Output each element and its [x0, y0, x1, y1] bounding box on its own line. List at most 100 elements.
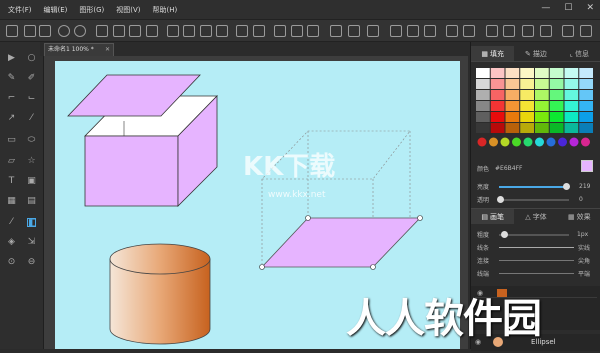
union-icon[interactable]	[446, 25, 458, 37]
close-window-button[interactable]: ✕	[586, 3, 594, 13]
stroke-cap-value[interactable]: 平端	[578, 269, 590, 278]
flip-icon[interactable]	[253, 25, 265, 37]
stroke-type-preview[interactable]	[499, 247, 574, 248]
zoom-in-icon[interactable]	[390, 25, 402, 37]
menu-file[interactable]: 文件(F)	[8, 5, 32, 15]
brightness-slider[interactable]	[499, 182, 570, 190]
tab-effect[interactable]: ▦ 效果	[558, 209, 600, 224]
tab-fill[interactable]: ▦ 填充	[471, 46, 515, 62]
star-tool-icon[interactable]: ☆	[27, 157, 36, 166]
image-tool-icon[interactable]: ▣	[27, 177, 36, 186]
gradient-swatch	[500, 137, 510, 147]
callout-tool-icon[interactable]: ▱	[7, 157, 16, 166]
menu-view[interactable]: 视图(V)	[116, 5, 140, 15]
menu-shape[interactable]: 图形(G)	[79, 5, 104, 15]
align-icon[interactable]	[236, 25, 248, 37]
document-tab-title: 未命名1 100% *	[48, 46, 94, 53]
menu-help[interactable]: 帮助(H)	[153, 5, 178, 15]
chart-tool-icon[interactable]: ▤	[27, 197, 36, 206]
line-tool-icon[interactable]: ⁄	[27, 114, 36, 123]
color-swatch	[476, 101, 490, 111]
maximize-button[interactable]: ☐	[564, 3, 572, 13]
color-swatch	[520, 123, 534, 133]
text-tool-icon[interactable]: T	[7, 177, 16, 186]
pen-tool-icon[interactable]: ✎	[7, 74, 16, 83]
3d-box-tool-icon[interactable]: ◧	[27, 218, 37, 228]
align-right-icon[interactable]	[307, 25, 319, 37]
open-file-icon[interactable]	[24, 25, 36, 37]
gradient-swatch	[489, 137, 498, 147]
eyedropper-tool-icon[interactable]: ⁄	[7, 218, 16, 227]
cut-icon[interactable]	[96, 25, 108, 37]
zoom-out-icon[interactable]	[407, 25, 419, 37]
close-tab-icon[interactable]: ✕	[105, 44, 110, 56]
rotate-icon[interactable]	[367, 25, 379, 37]
zoom-fit-icon[interactable]	[424, 25, 436, 37]
transform-tool-icon[interactable]: ⇲	[27, 238, 36, 247]
subtract-icon[interactable]	[463, 25, 475, 37]
stroke-join-row: 连接 尖角	[477, 256, 591, 265]
cylinder-shape[interactable]	[109, 243, 211, 345]
color-swatch	[505, 79, 520, 89]
copy-icon[interactable]	[113, 25, 125, 37]
new-file-icon[interactable]	[6, 25, 18, 37]
group-icon[interactable]	[200, 25, 212, 37]
opacity-row: 透明 0	[477, 195, 597, 204]
pencil-tool-icon[interactable]: ✐	[27, 74, 36, 83]
stroke-width-slider[interactable]	[499, 230, 569, 238]
delete-icon[interactable]	[146, 25, 158, 37]
table-tool-icon[interactable]: ▦	[7, 197, 16, 206]
zoom-out-tool-icon[interactable]: ⊖	[27, 258, 36, 267]
color-swatch	[564, 123, 579, 133]
document-tab[interactable]: 未命名1 100% * ✕	[44, 43, 114, 56]
ellipse-tool-icon[interactable]: ⬭	[27, 136, 36, 145]
ungroup-icon[interactable]	[216, 25, 228, 37]
more-icon[interactable]	[580, 25, 592, 37]
brightness-row: 亮度 219	[477, 182, 597, 191]
export-icon[interactable]	[522, 25, 534, 37]
color-swatch	[490, 79, 505, 89]
tab-stroke[interactable]: ✎ 描边	[514, 46, 558, 62]
paste-icon[interactable]	[129, 25, 141, 37]
menu-edit[interactable]: 编辑(E)	[44, 5, 68, 15]
settings-icon[interactable]	[540, 25, 552, 37]
color-swatch	[564, 79, 579, 89]
opacity-slider[interactable]	[497, 195, 569, 203]
fill-tool-icon[interactable]: ◈	[7, 238, 16, 247]
node-tool-icon[interactable]: ⌐	[7, 94, 16, 103]
redo-icon[interactable]	[74, 25, 86, 37]
distribute-icon[interactable]	[330, 25, 342, 37]
tab-font[interactable]: △ 字体	[514, 209, 557, 224]
gradient-swatch	[558, 137, 567, 147]
rectangle-tool-icon[interactable]: ▭	[7, 136, 16, 145]
current-color-swatch[interactable]	[581, 160, 593, 172]
color-hex-value[interactable]: #E6B4FF	[495, 165, 522, 172]
stroke-cap-preview[interactable]	[499, 273, 574, 274]
tab-info[interactable]: ⌞ 信息	[557, 46, 600, 62]
color-swatch	[476, 123, 490, 133]
stroke-tab-icon: ✎	[525, 49, 531, 58]
intersect-icon[interactable]	[486, 25, 498, 37]
distribute-v-icon[interactable]	[348, 25, 360, 37]
tab-brush[interactable]: ▤ 画笔	[471, 209, 515, 224]
open-box-shape[interactable]	[67, 74, 218, 207]
pan-tool-icon[interactable]: ○	[27, 54, 36, 63]
brush-tool-icon[interactable]: ↗	[7, 114, 16, 123]
minimize-button[interactable]: —	[541, 3, 550, 13]
exclude-icon[interactable]	[503, 25, 515, 37]
zoom-tool-icon[interactable]: ⊙	[7, 258, 16, 267]
align-left-icon[interactable]	[274, 25, 286, 37]
crop-tool-icon[interactable]: ⌙	[27, 94, 36, 103]
undo-icon[interactable]	[58, 25, 70, 37]
bring-front-icon[interactable]	[167, 25, 179, 37]
send-back-icon[interactable]	[183, 25, 195, 37]
share-icon[interactable]	[562, 25, 574, 37]
stroke-join-value[interactable]: 尖角	[578, 256, 590, 265]
select-tool-icon[interactable]: ▶	[7, 54, 16, 63]
align-center-icon[interactable]	[291, 25, 303, 37]
color-swatch	[564, 112, 579, 122]
save-icon[interactable]	[39, 25, 51, 37]
stroke-type-value[interactable]: 实线	[578, 243, 590, 252]
stroke-join-preview[interactable]	[499, 260, 574, 261]
selection-handle	[259, 264, 265, 270]
